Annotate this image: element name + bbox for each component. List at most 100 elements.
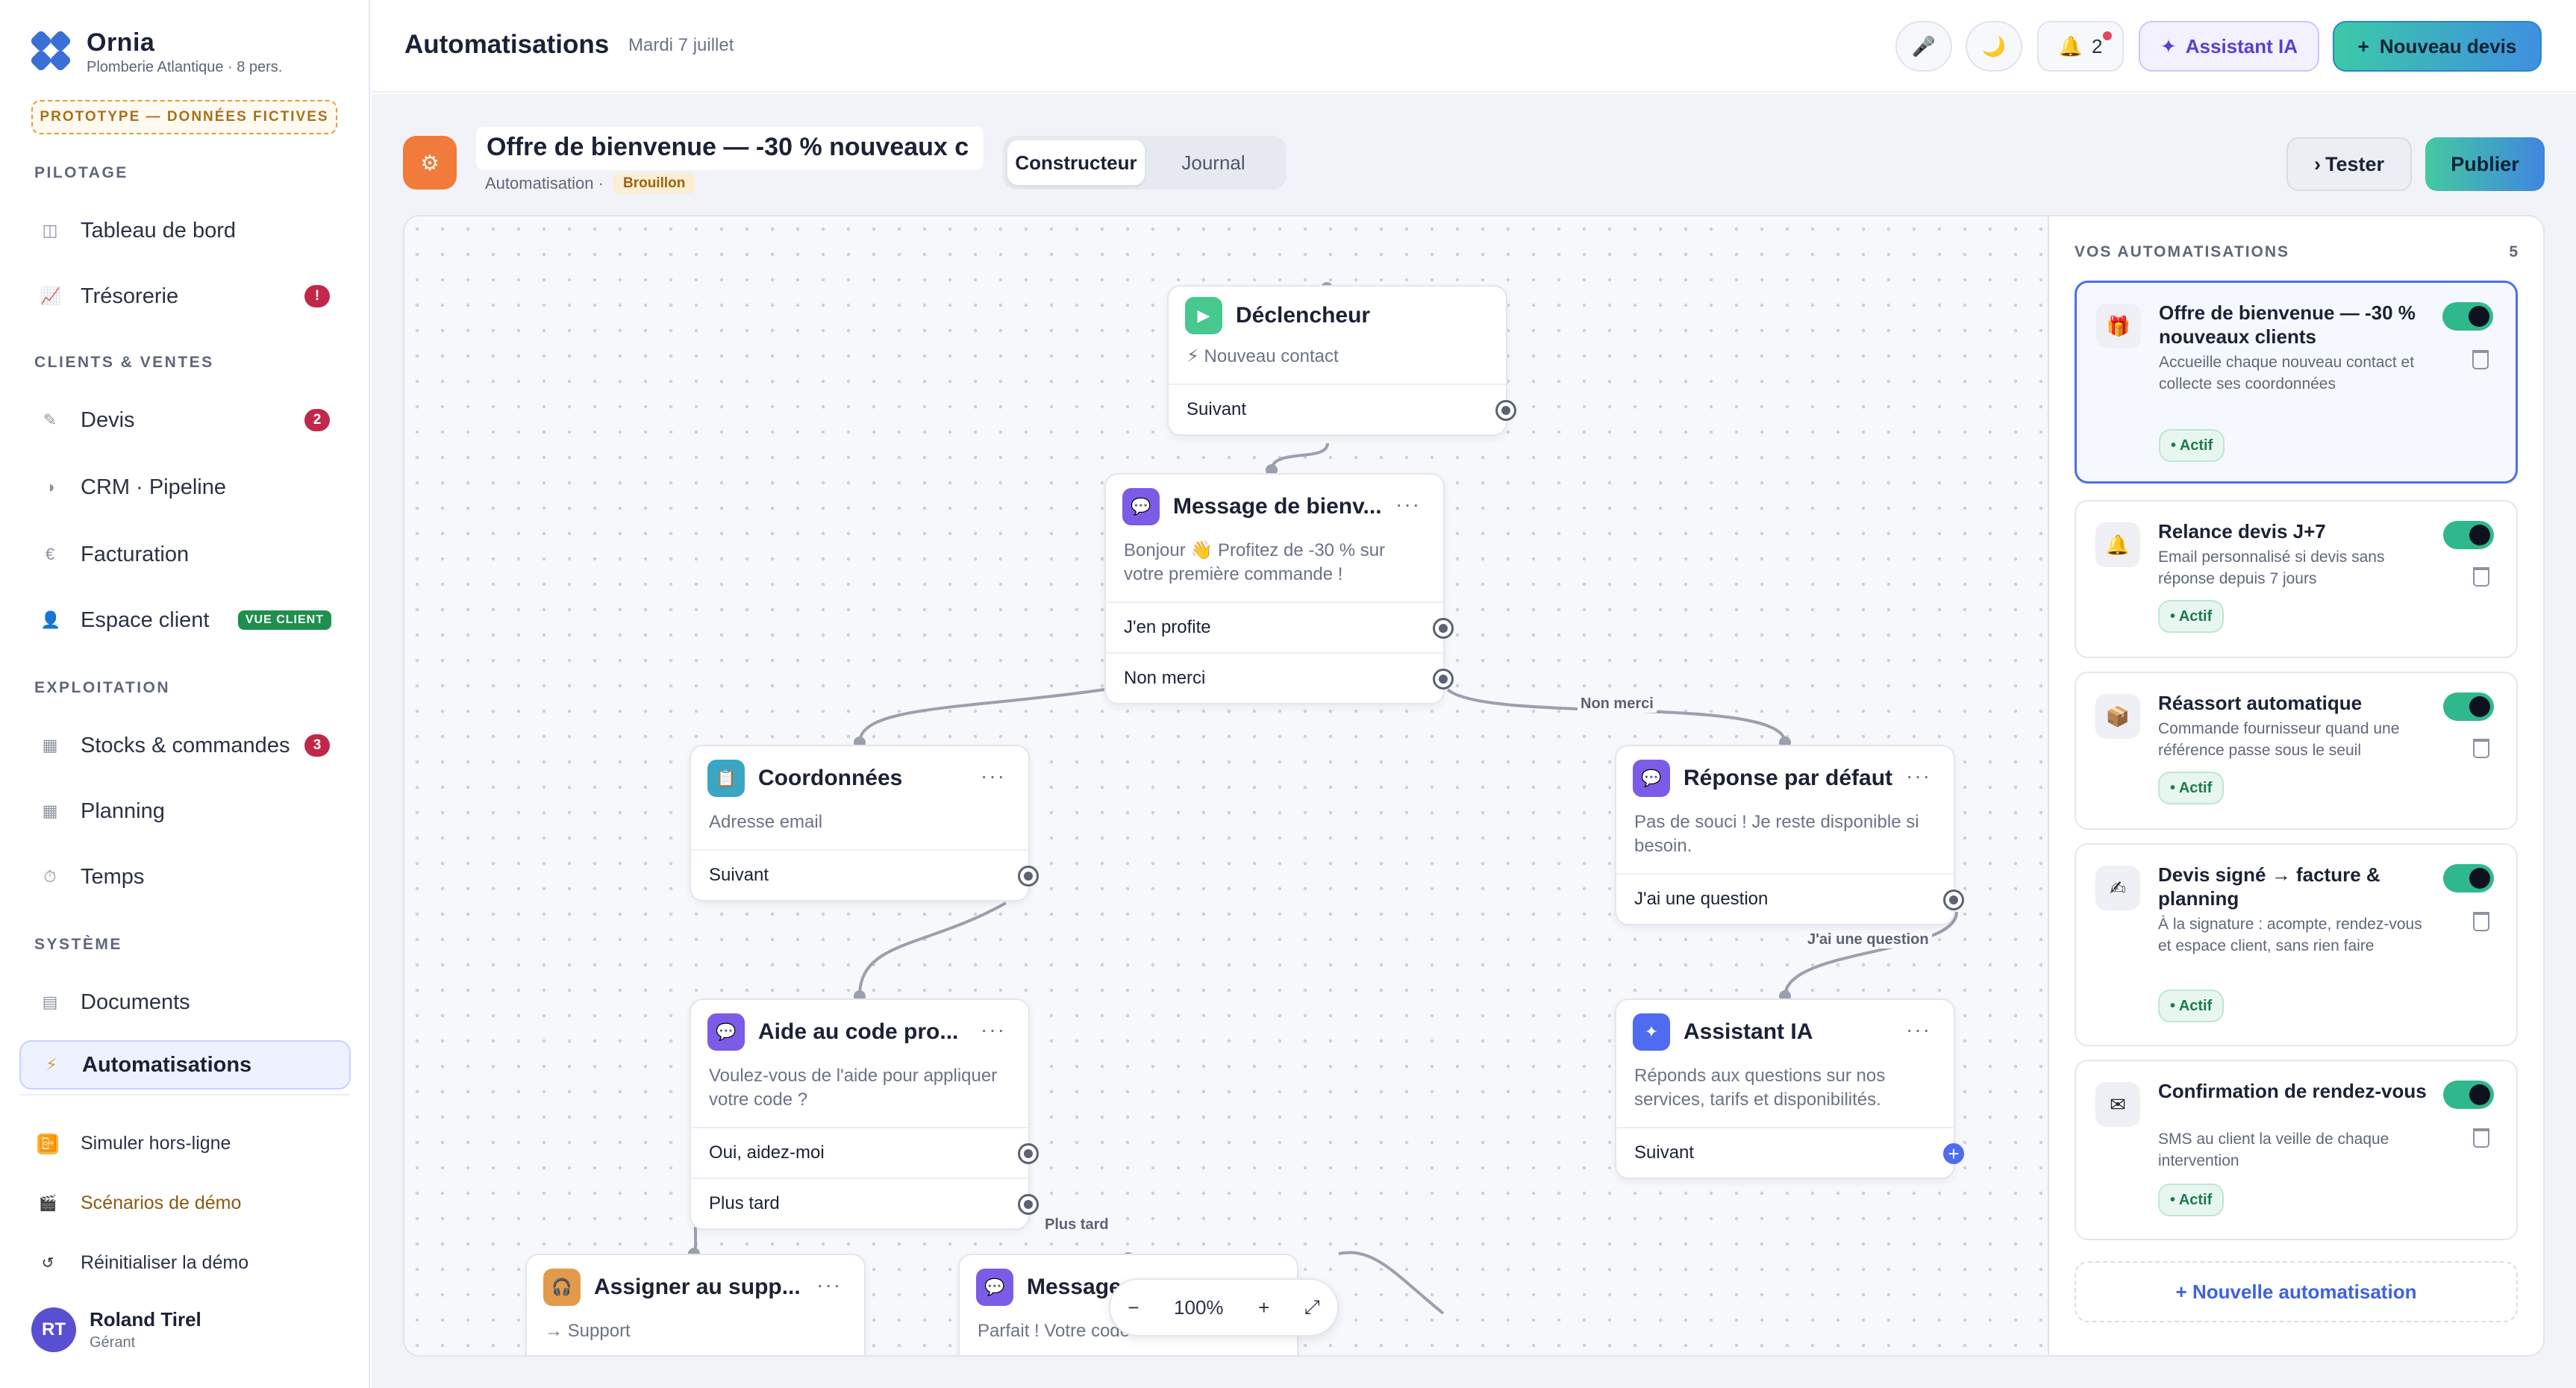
sidebar-item-temps[interactable]: ⏱ Temps (19, 852, 351, 901)
microphone-button[interactable]: 🎤 (1895, 21, 1952, 72)
active-toggle[interactable] (2442, 302, 2493, 331)
node-menu-button[interactable]: ··· (981, 764, 1006, 788)
publish-button[interactable]: Publier (2425, 137, 2545, 191)
output-port[interactable] (1018, 866, 1039, 887)
sidebar-item-facturation[interactable]: € Facturation (19, 530, 351, 579)
tab-journal[interactable]: Journal (1145, 140, 1282, 185)
output-port[interactable] (1018, 1194, 1039, 1215)
active-toggle[interactable] (2443, 864, 2494, 892)
automation-name-input[interactable]: Offre de bienvenue — -30 % nouveaux c (476, 127, 984, 170)
trash-icon[interactable] (2473, 739, 2489, 758)
output-label: Oui, aidez-moi (709, 1142, 825, 1163)
package-icon: 📦 (2095, 694, 2140, 739)
active-toggle[interactable] (2443, 521, 2494, 549)
sidebar-item-tableau-de-bord[interactable]: ◫ Tableau de bord (19, 206, 351, 255)
notifications-button[interactable]: 🔔 2 (2037, 21, 2124, 72)
node-output[interactable]: J'en profite (1106, 601, 1454, 652)
output-port[interactable] (1018, 1143, 1039, 1164)
node-welcome-message[interactable]: 💬 Message de bienv... ··· Bonjour 👋 Prof… (1104, 473, 1454, 704)
sidebar-item-planning[interactable]: ▦ Planning (19, 787, 351, 836)
clipboard-icon: 📋 (707, 760, 745, 797)
node-output[interactable]: Suivant (691, 849, 1039, 900)
automation-card[interactable]: 🎁 Offre de bienvenue — -30 % nouveaux cl… (2075, 281, 2518, 484)
sparkle-icon: ✦ (2160, 34, 2177, 57)
node-output[interactable]: J'ai une question (1616, 873, 1964, 924)
user-profile[interactable]: RT Roland Tirel Gérant (31, 1307, 201, 1352)
node-menu-button[interactable]: ··· (1395, 493, 1421, 516)
reset-demo-button[interactable]: ↺ Réinitialiser la démo (37, 1252, 249, 1274)
pen-icon: ✎ (43, 410, 57, 429)
new-automation-button[interactable]: + Nouvelle automatisation (2075, 1261, 2518, 1322)
demo-scenarios-button[interactable]: 🎬 Scénarios de démo (37, 1192, 242, 1214)
output-port[interactable] (1433, 669, 1454, 690)
automation-card[interactable]: ✍ Devis signé → facture & planning À la … (2075, 843, 2518, 1046)
sidebar-item-devis[interactable]: ✎ Devis 2 (19, 396, 351, 445)
sidebar-item-crm[interactable]: ◑ CRM · Pipeline (19, 463, 351, 512)
node-output[interactable]: Plus tard (691, 1178, 1039, 1228)
zoom-in-button[interactable]: + (1258, 1296, 1269, 1319)
output-label: J'ai une question (1634, 889, 1769, 909)
tab-constructeur[interactable]: Constructeur (1007, 140, 1145, 185)
sidebar-item-espace-client[interactable]: 👤 Espace client VUE CLIENT (19, 595, 351, 645)
node-assistant-ia[interactable]: ✦ Assistant IA ··· Réponds aux questions… (1615, 998, 1964, 1179)
node-output[interactable]: Oui, aidez-moi (691, 1127, 1039, 1178)
edge-label-question: J'ai une question (1804, 931, 1932, 948)
output-label: Suivant (1634, 1142, 1695, 1163)
sidebar-item-documents[interactable]: ▤ Documents (19, 978, 351, 1027)
sidebar: Ornia Plomberie Atlantique · 8 pers. PRO… (0, 0, 370, 1388)
automation-meta: Automatisation · Brouillon (485, 173, 696, 194)
node-output[interactable]: Suivant (1169, 384, 1516, 434)
automation-card[interactable]: ✉ Confirmation de rendez-vous SMS au cli… (2075, 1060, 2518, 1240)
node-menu-button[interactable]: ··· (1906, 1018, 1931, 1042)
output-port[interactable] (1433, 618, 1454, 639)
simulate-offline-button[interactable]: 📴 Simuler hors-ligne (37, 1133, 231, 1154)
brand-logo-icon (29, 29, 72, 72)
node-output[interactable]: Suivant + (1616, 1127, 1964, 1178)
active-toggle[interactable] (2443, 693, 2494, 721)
output-port[interactable] (1943, 890, 1964, 910)
automation-card[interactable]: 🔔 Relance devis J+7 Email personnalisé s… (2075, 500, 2518, 658)
node-assign-support[interactable]: 🎧 Assigner au supp... ··· → Support (525, 1254, 866, 1355)
output-port[interactable] (1495, 400, 1516, 421)
edge-label-non-merci: Non merci (1578, 695, 1657, 713)
trash-icon[interactable] (2472, 350, 2489, 369)
new-quote-button[interactable]: + Nouveau devis (2333, 21, 2542, 72)
dark-mode-button[interactable]: 🌙 (1966, 21, 2022, 72)
zoom-out-button[interactable]: − (1128, 1296, 1139, 1319)
node-code-help[interactable]: 💬 Aide au code pro... ··· Voulez-vous de… (690, 998, 1039, 1230)
automation-card[interactable]: 📦 Réassort automatique Commande fourniss… (2075, 672, 2518, 830)
section-title-clients-ventes: CLIENTS & VENTES (34, 354, 214, 371)
notification-count: 2 (2091, 34, 2103, 57)
sidebar-item-tresorerie[interactable]: 📈 Trésorerie ! (19, 272, 351, 321)
trash-icon[interactable] (2473, 912, 2489, 931)
test-button[interactable]: › Tester (2286, 137, 2412, 191)
node-trigger[interactable]: ▶ Déclencheur ⚡ Nouveau contact Suivant (1167, 285, 1516, 436)
assistant-ia-button[interactable]: ✦ Assistant IA (2139, 21, 2319, 72)
add-step-button[interactable]: + (1943, 1143, 1964, 1164)
signature-icon: ✍ (2095, 866, 2140, 910)
chat-icon: 💬 (1122, 488, 1160, 525)
edge-coords-codehelp (858, 901, 1007, 997)
chat-icon: 💬 (1633, 760, 1670, 797)
node-menu-button[interactable]: ··· (816, 1273, 842, 1297)
trash-icon[interactable] (2473, 567, 2489, 587)
node-output[interactable]: Non merci (1106, 652, 1454, 703)
current-date: Mardi 7 juillet (628, 35, 734, 55)
trash-icon[interactable] (2473, 1128, 2489, 1148)
fit-screen-icon[interactable]: ⤢ (1304, 1295, 1320, 1319)
automation-card-title: Offre de bienvenue — -30 % nouveaux clie… (2159, 301, 2416, 348)
sidebar-divider (19, 1094, 351, 1095)
flow-canvas[interactable]: ▶ Déclencheur ⚡ Nouveau contact Suivant … (403, 215, 2048, 1357)
node-coordonnees[interactable]: 📋 Coordonnées ··· Adresse email Suivant (690, 745, 1039, 901)
sidebar-item-label: Tableau de bord (81, 218, 236, 243)
test-label: Tester (2325, 152, 2385, 175)
node-menu-button[interactable]: ··· (1906, 764, 1931, 788)
brand[interactable]: Ornia Plomberie Atlantique · 8 pers. (29, 28, 282, 76)
node-menu-button[interactable]: ··· (981, 1018, 1006, 1042)
util-label: Simuler hors-ligne (81, 1133, 231, 1154)
gift-icon: 🎁 (2096, 304, 2141, 348)
node-default-reply[interactable]: 💬 Réponse par défaut ··· Pas de souci ! … (1615, 745, 1964, 925)
sidebar-item-stocks[interactable]: ▦ Stocks & commandes 3 (19, 721, 351, 770)
sidebar-item-automatisations[interactable]: ⚡ Automatisations (19, 1040, 351, 1090)
active-toggle[interactable] (2443, 1081, 2494, 1109)
